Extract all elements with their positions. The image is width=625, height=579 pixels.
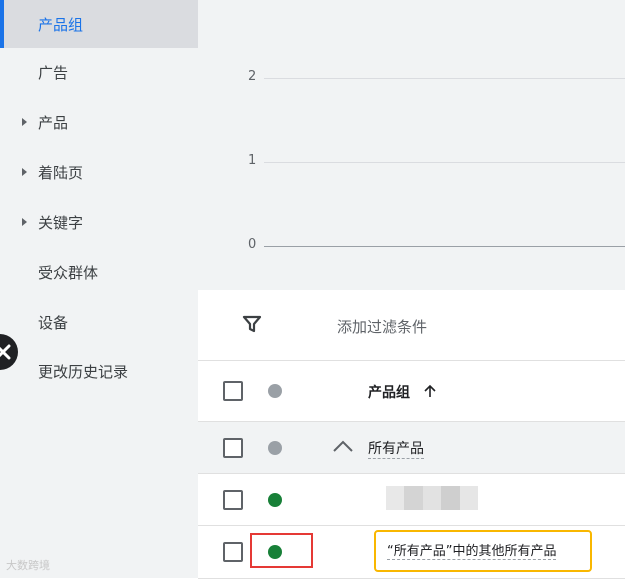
y-tick-label: 0 (248, 237, 257, 252)
sidebar: 产品组 广告 产品 着陆页 关键字 受众群体 设备 更改历史记录 (0, 0, 198, 578)
filter-bar: 添加过滤条件 (198, 290, 625, 361)
sidebar-item-label: 着陆页 (38, 163, 84, 182)
add-filter-link[interactable]: 添加过滤条件 (337, 316, 427, 337)
caret-right-icon (22, 218, 27, 226)
sidebar-item-devices[interactable]: 设备 (0, 298, 198, 346)
watermark: 大数跨境 (6, 559, 50, 572)
table-row: “所有产品”中的其他所有产品 (198, 526, 625, 579)
baseline-gridline (264, 246, 625, 247)
sidebar-item-audiences[interactable]: 受众群体 (0, 248, 198, 296)
caret-right-icon (22, 168, 27, 176)
status-dot (268, 384, 282, 398)
table-row-group: 所有产品 (198, 422, 625, 474)
sidebar-item-label: 广告 (38, 63, 69, 82)
select-all-checkbox[interactable] (223, 381, 243, 401)
sidebar-item-label: 产品 (38, 113, 69, 132)
sidebar-item-change-history[interactable]: 更改历史记录 (0, 347, 198, 395)
y-tick-label: 1 (248, 153, 257, 168)
sidebar-item-landing-pages[interactable]: 着陆页 (0, 148, 198, 196)
arrow-up-icon[interactable] (423, 383, 437, 399)
sidebar-item-label: 受众群体 (38, 263, 99, 282)
sidebar-item-label: 产品组 (38, 15, 84, 34)
product-group-label[interactable]: 所有产品 (368, 438, 424, 459)
row-checkbox[interactable] (223, 490, 243, 510)
gridline (264, 78, 625, 79)
close-icon (0, 344, 11, 360)
performance-chart: 2 1 0 (198, 0, 625, 290)
other-products-label[interactable]: “所有产品”中的其他所有产品 (387, 540, 557, 560)
column-header-product-group[interactable]: 产品组 (368, 382, 410, 402)
sidebar-item-keywords[interactable]: 关键字 (0, 198, 198, 246)
filter-icon[interactable] (242, 315, 262, 333)
gridline (264, 162, 625, 163)
sidebar-item-label: 更改历史记录 (38, 362, 129, 381)
blurred-product-name (386, 486, 479, 510)
row-checkbox[interactable] (223, 438, 243, 458)
sidebar-item-products[interactable]: 产品 (0, 98, 198, 146)
table-row (198, 474, 625, 526)
status-dot (268, 493, 282, 507)
sidebar-item-product-groups[interactable]: 产品组 (0, 0, 198, 48)
sidebar-item-ads[interactable]: 广告 (0, 48, 198, 96)
sidebar-item-label: 关键字 (38, 213, 84, 232)
caret-right-icon (22, 118, 27, 126)
status-highlight-box (250, 533, 313, 568)
chevron-up-icon[interactable] (332, 439, 354, 453)
row-checkbox[interactable] (223, 542, 243, 562)
table-header-row: 产品组 (198, 361, 625, 422)
y-tick-label: 2 (248, 69, 257, 84)
sidebar-item-label: 设备 (38, 313, 69, 332)
status-dot (268, 441, 282, 455)
active-indicator (0, 0, 4, 48)
